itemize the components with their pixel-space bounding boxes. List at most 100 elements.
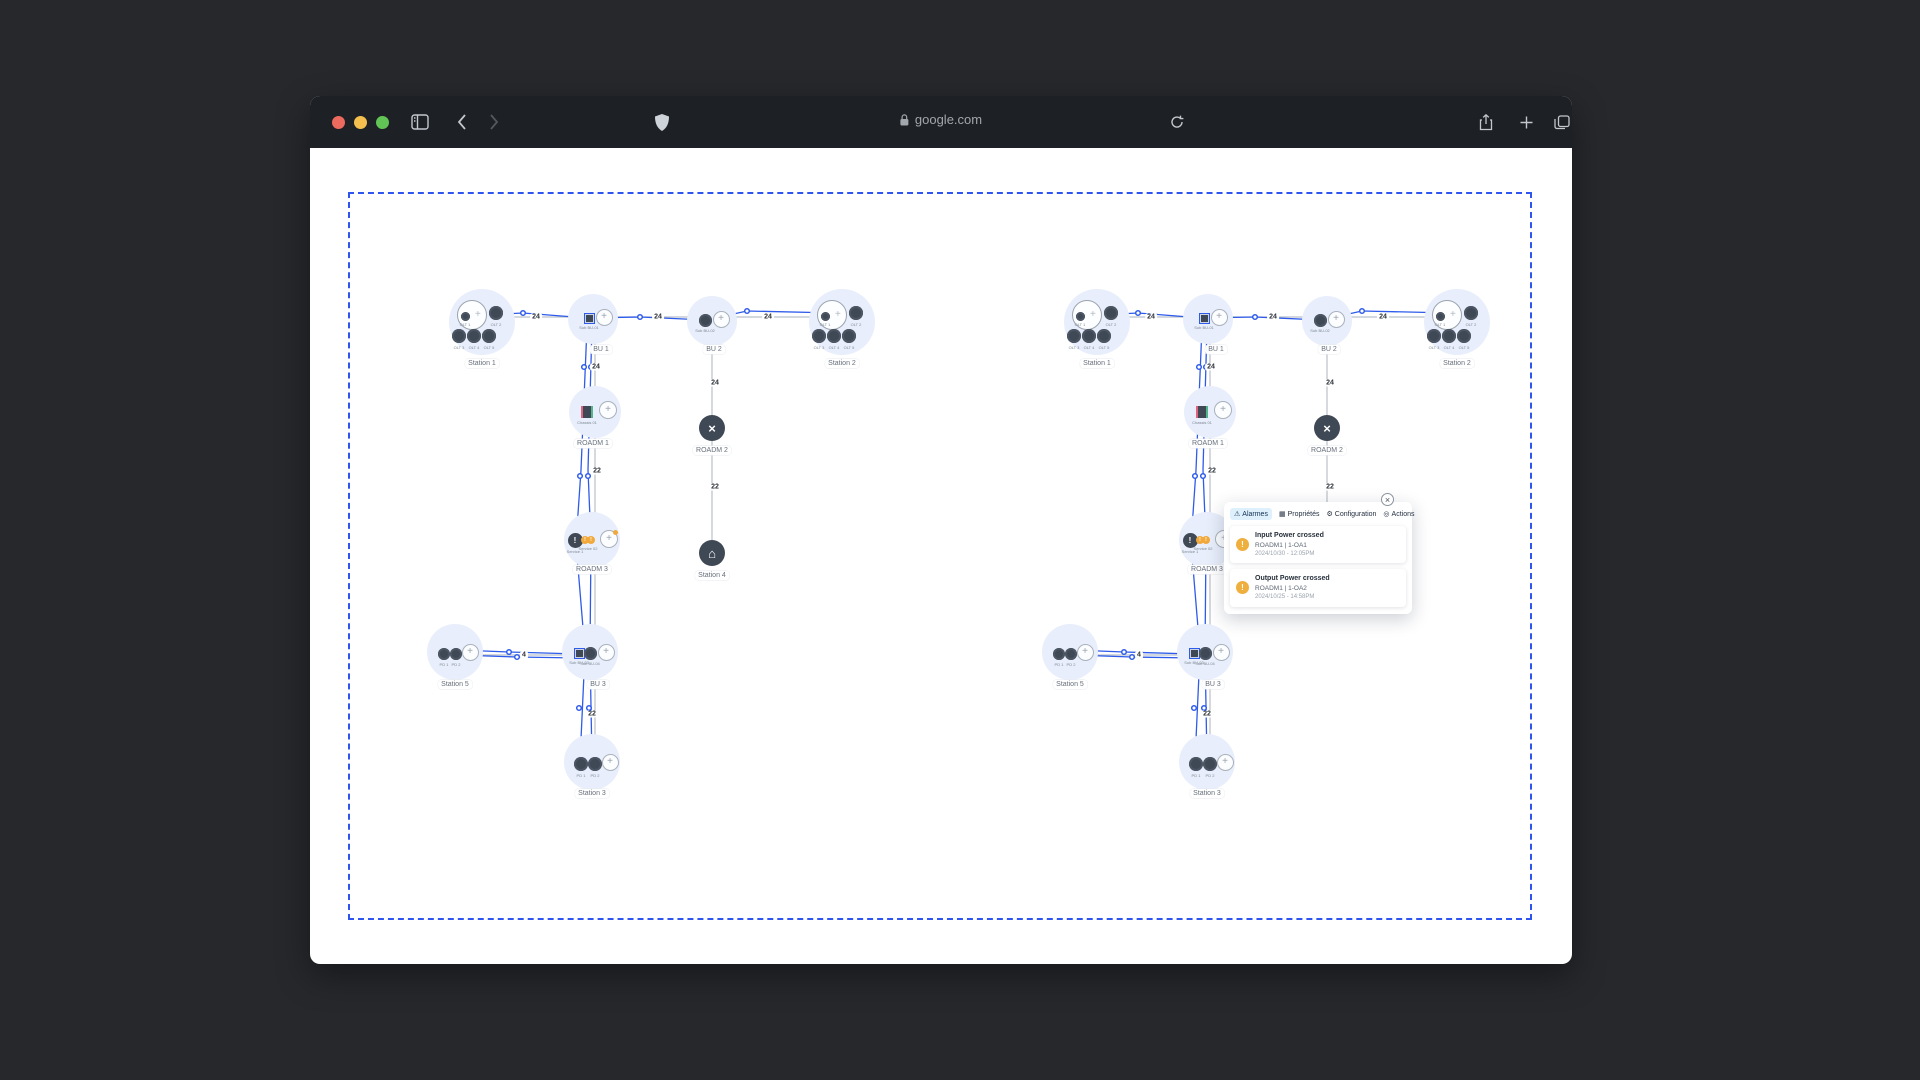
- device-sub-label: OLT 3: [1429, 345, 1440, 350]
- add-node-button[interactable]: +: [713, 311, 730, 328]
- device-sub-label: OLT 3: [814, 345, 825, 350]
- device-node[interactable]: [450, 648, 462, 660]
- device-node[interactable]: [827, 329, 841, 343]
- edge-weight-label: 22: [709, 484, 721, 491]
- add-node-button[interactable]: +: [1214, 401, 1232, 419]
- device-node[interactable]: [1053, 648, 1065, 660]
- device-sub-label: PD 1: [440, 662, 449, 667]
- device-node[interactable]: [438, 648, 450, 660]
- device-sub-label: Sub BU-02: [695, 328, 715, 333]
- device-node[interactable]: [489, 306, 503, 320]
- device-node[interactable]: [1104, 306, 1118, 320]
- roadm-3-label: ROADM 3: [1188, 565, 1226, 574]
- topology-edges: [0, 0, 1920, 1080]
- device-node[interactable]: [1189, 757, 1203, 771]
- device-node[interactable]: [1436, 312, 1445, 321]
- grid-icon: ▦: [1279, 510, 1286, 518]
- device-node[interactable]: [482, 329, 496, 343]
- device-node[interactable]: [1203, 757, 1217, 771]
- device-node[interactable]: [849, 306, 863, 320]
- tab-alarmes[interactable]: ⚠ Alarmes: [1230, 508, 1272, 520]
- tab-label: Configuration: [1335, 511, 1377, 518]
- add-node-button[interactable]: +: [475, 310, 483, 318]
- warning-badge-icon[interactable]: !!: [1196, 536, 1210, 544]
- device-node[interactable]: [1097, 329, 1111, 343]
- device-sub-label: PD 2: [1067, 662, 1076, 667]
- tab-label: Alarmes: [1242, 511, 1268, 518]
- add-node-button[interactable]: +: [1450, 310, 1458, 318]
- alarm-row[interactable]: ! Output Power crossed ROADM1 | 1-OA2 20…: [1230, 569, 1406, 606]
- station-3-label: Station 3: [575, 789, 609, 798]
- device-node[interactable]: [584, 647, 597, 660]
- branching-unit-node[interactable]: [584, 313, 595, 324]
- edge-weight-label: 24: [590, 364, 602, 371]
- chassis-node[interactable]: [1196, 406, 1208, 418]
- device-node[interactable]: [1427, 329, 1441, 343]
- station-1-label: Station 1: [465, 359, 499, 368]
- edge-weight-label: 24: [1267, 314, 1279, 321]
- device-node[interactable]: [1457, 329, 1471, 343]
- device-node[interactable]: [452, 329, 466, 343]
- add-node-button[interactable]: +: [1211, 309, 1228, 326]
- device-node[interactable]: [1067, 329, 1081, 343]
- device-node[interactable]: [842, 329, 856, 343]
- branching-unit-node[interactable]: [574, 648, 585, 659]
- device-node[interactable]: [812, 329, 826, 343]
- add-node-button[interactable]: +: [598, 644, 615, 661]
- device-node[interactable]: [574, 757, 588, 771]
- station-2-label: Station 2: [825, 359, 859, 368]
- alarm-badge-icon: !: [1236, 538, 1249, 551]
- add-node-button[interactable]: +: [462, 644, 479, 661]
- device-node[interactable]: [1076, 312, 1085, 321]
- device-sub-label: PD 1: [1192, 773, 1201, 778]
- edge-weight-label: 22: [591, 468, 603, 475]
- roadm-collapsed-node[interactable]: ×: [699, 415, 725, 441]
- device-node[interactable]: [1082, 329, 1096, 343]
- device-sub-label: OLT 2: [491, 322, 502, 327]
- device-sub-label: OLT 1: [820, 322, 831, 327]
- warning-badge-icon[interactable]: !!: [581, 536, 595, 544]
- popup-tabs: ⚠ Alarmes ▦ Propriétés ⚙ Configuration ◎…: [1230, 508, 1406, 520]
- add-node-button[interactable]: +: [835, 310, 843, 318]
- node-halo: [687, 296, 737, 346]
- bu-1-label: BU 1: [590, 345, 612, 354]
- alarm-row[interactable]: ! Input Power crossed ROADM1 | 1-OA1 202…: [1230, 526, 1406, 563]
- tab-actions[interactable]: ◎ Actions: [1383, 510, 1414, 518]
- edge-weight-label: 24: [530, 314, 542, 321]
- roadm-collapsed-node[interactable]: ×: [1314, 415, 1340, 441]
- station-collapsed-node[interactable]: ⌂: [699, 540, 725, 566]
- device-sub-label: PD 2: [1206, 773, 1215, 778]
- alert-dot: [613, 530, 618, 535]
- device-sub-label: Sub BU-01: [579, 325, 599, 330]
- add-node-button[interactable]: +: [1077, 644, 1094, 661]
- device-node[interactable]: [588, 757, 602, 771]
- chassis-node[interactable]: [581, 406, 593, 418]
- station-5-label: Station 5: [1053, 680, 1087, 689]
- device-node[interactable]: [461, 312, 470, 321]
- warning-triangle-icon: ⚠: [1234, 510, 1240, 518]
- close-icon[interactable]: ×: [1381, 493, 1394, 506]
- device-node[interactable]: [821, 312, 830, 321]
- device-node[interactable]: [1314, 314, 1327, 327]
- add-node-button[interactable]: +: [599, 401, 617, 419]
- device-node[interactable]: [1065, 648, 1077, 660]
- add-node-button[interactable]: +: [596, 309, 613, 326]
- add-node-button[interactable]: +: [1328, 311, 1345, 328]
- branching-unit-node[interactable]: [1199, 313, 1210, 324]
- alarm-source: ROADM1 | 1-OA2: [1255, 584, 1330, 593]
- device-sub-label: Service 02: [579, 546, 598, 551]
- add-node-button[interactable]: +: [1213, 644, 1230, 661]
- branching-unit-node[interactable]: [1189, 648, 1200, 659]
- add-node-button[interactable]: +: [602, 754, 619, 771]
- device-node[interactable]: [699, 314, 712, 327]
- add-node-button[interactable]: +: [1217, 754, 1234, 771]
- alarm-timestamp: 2024/10/25 - 14:58PM: [1255, 593, 1330, 601]
- tab-configuration[interactable]: ⚙ Configuration: [1327, 510, 1377, 518]
- device-node[interactable]: [1199, 647, 1212, 660]
- device-node[interactable]: [467, 329, 481, 343]
- tab-proprietes[interactable]: ▦ Propriétés: [1279, 510, 1320, 518]
- add-node-button[interactable]: +: [1090, 310, 1098, 318]
- device-node[interactable]: [1464, 306, 1478, 320]
- add-node-button[interactable]: +: [600, 530, 618, 548]
- device-node[interactable]: [1442, 329, 1456, 343]
